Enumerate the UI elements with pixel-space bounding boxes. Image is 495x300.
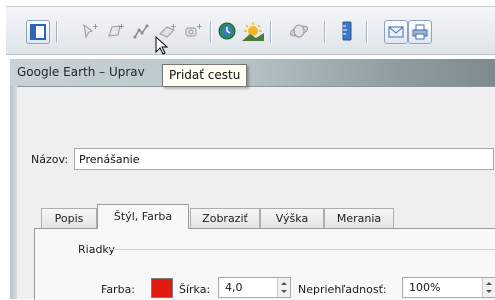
name-input[interactable]	[74, 148, 494, 170]
tab-altitude[interactable]: Výška	[260, 208, 324, 228]
svg-text:+: +	[118, 22, 124, 31]
tab-view[interactable]: Zobraziť	[190, 208, 260, 228]
tab-style-color[interactable]: Štýl, Farba	[97, 204, 189, 229]
sidebar-icon	[30, 24, 46, 40]
add-path-button[interactable]	[130, 20, 152, 42]
toolbar-separator	[324, 21, 325, 43]
group-divider	[106, 249, 495, 250]
polygon-icon: +	[108, 22, 124, 37]
opacity-spinbox[interactable]: 100%	[402, 277, 495, 298]
width-spin-arrows[interactable]	[277, 278, 290, 297]
toolbar-separator	[210, 21, 211, 43]
sun-icon	[242, 22, 264, 41]
email-icon	[388, 26, 404, 38]
width-value: 4,0	[225, 281, 243, 294]
add-placemark-button[interactable]: +	[78, 20, 100, 42]
record-tour-icon: +	[185, 22, 202, 37]
svg-text:+: +	[196, 22, 202, 31]
dialog-title: Google Earth – Uprav	[17, 65, 145, 79]
toolbar: + + + +	[6, 6, 495, 55]
toolbar-separator	[56, 21, 57, 43]
planet-icon	[289, 24, 309, 38]
tab-description[interactable]: Popis	[41, 208, 97, 228]
line-color-swatch[interactable]	[151, 278, 173, 298]
sunlight-button[interactable]	[242, 20, 264, 42]
spin-arrows-icon	[281, 282, 287, 293]
add-polygon-button[interactable]: +	[104, 20, 126, 42]
historical-imagery-button[interactable]	[216, 20, 238, 42]
dialog-frame	[10, 86, 17, 299]
dialog-titlebar[interactable]: Google Earth – Uprav	[10, 59, 495, 87]
sidebar-toggle-button[interactable]	[26, 20, 50, 44]
switch-to-sky-button[interactable]	[288, 20, 310, 42]
ruler-icon	[342, 21, 352, 41]
dialog-content: Názov: Popis Štýl, Farba Zobraziť Výška …	[17, 87, 495, 300]
svg-text:+: +	[170, 22, 176, 31]
color-label: Farba:	[101, 283, 136, 296]
print-icon	[412, 24, 428, 40]
path-icon	[133, 24, 149, 39]
name-label: Názov:	[31, 153, 69, 166]
record-tour-button[interactable]: +	[182, 20, 204, 42]
mouse-cursor-icon	[155, 36, 169, 55]
tab-measurements[interactable]: Merania	[324, 208, 394, 228]
email-button[interactable]	[384, 20, 408, 44]
toolbar-separator	[366, 21, 367, 43]
clock-icon	[218, 22, 236, 40]
opacity-spin-arrows[interactable]	[482, 278, 495, 297]
pushpin-icon: +	[83, 22, 98, 39]
print-button[interactable]	[408, 20, 432, 44]
opacity-value: 100%	[409, 281, 441, 294]
svg-text:+: +	[92, 22, 98, 31]
spin-arrows-icon	[486, 282, 492, 293]
width-label: Šírka:	[179, 283, 211, 296]
tooltip: Pridať cestu	[162, 64, 248, 87]
edit-dialog: Google Earth – Uprav Názov: Popis Štýl, …	[10, 59, 495, 300]
width-spinbox[interactable]: 4,0	[218, 277, 291, 298]
opacity-label: Nepriehľadnosť:	[298, 283, 387, 296]
style-color-panel: Riadky Farba: Šírka: 4,0 Nepriehľadnosť:…	[34, 228, 495, 300]
ruler-button[interactable]	[336, 20, 358, 42]
toolbar-separator	[270, 21, 271, 43]
